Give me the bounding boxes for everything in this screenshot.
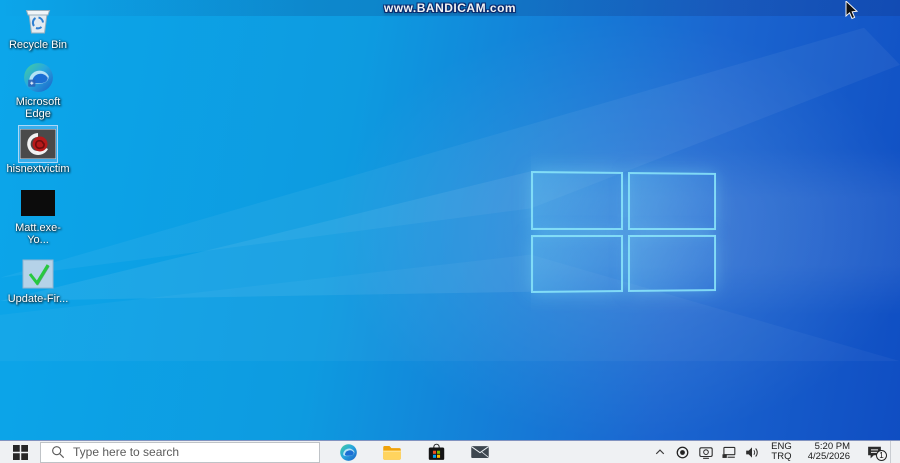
recycle-bin-icon xyxy=(19,2,57,38)
search-icon xyxy=(52,446,65,459)
search-input[interactable]: Type here to search xyxy=(40,441,320,463)
taskbar: Type here to search ENG TRQ 5:20 PM 4/25… xyxy=(0,440,900,463)
action-center-button[interactable]: 1 xyxy=(858,441,890,463)
video-thumbnail xyxy=(19,185,57,221)
taskbar-file-explorer-button[interactable] xyxy=(370,441,414,463)
tray-network-button[interactable] xyxy=(717,441,740,463)
taskbar-edge-button[interactable] xyxy=(326,441,370,463)
desktop-icon-matt-exe[interactable]: Matt.exe- Yo... xyxy=(2,185,74,246)
taskbar-mail-button[interactable] xyxy=(458,441,502,463)
desktop-screen: www.BANDICAM.com Recycle Bin Microsoft E… xyxy=(0,0,900,463)
show-desktop-button[interactable] xyxy=(890,441,900,463)
device-capture-icon xyxy=(698,446,713,459)
desktop-icons: Recycle Bin Microsoft Edge hisnextvictim… xyxy=(2,2,74,315)
icon-label: Matt.exe- Yo... xyxy=(15,222,61,246)
file-explorer-icon xyxy=(383,445,401,460)
tray-bandicam-device-button[interactable] xyxy=(694,441,717,463)
bandicam-watermark: www.BANDICAM.com xyxy=(383,1,517,15)
windows-start-icon xyxy=(12,444,28,460)
microsoft-store-icon xyxy=(428,443,444,460)
chevron-up-icon xyxy=(655,449,664,455)
desktop-icon-update-fir[interactable]: Update-Fir... xyxy=(2,256,74,305)
checkmark-icon xyxy=(19,256,57,292)
icon-label: Update-Fir... xyxy=(7,293,69,305)
wallpaper xyxy=(0,0,900,463)
hisnextvictim-thumbnail xyxy=(18,125,58,163)
tray-volume-button[interactable] xyxy=(740,441,763,463)
icon-label: Microsoft Edge xyxy=(15,96,61,120)
windows-logo xyxy=(530,171,717,293)
start-button[interactable] xyxy=(0,441,40,463)
notification-badge: 1 xyxy=(876,450,887,461)
desktop-icon-recycle-bin[interactable]: Recycle Bin xyxy=(2,2,74,51)
mail-icon xyxy=(471,446,489,458)
pinned-apps xyxy=(326,441,502,463)
icon-label: hisnextvictim xyxy=(6,163,70,175)
record-icon xyxy=(676,446,689,458)
volume-icon xyxy=(745,446,758,458)
clock-date: 4/25/2026 xyxy=(807,451,850,462)
tray-record-button[interactable] xyxy=(671,441,694,463)
search-placeholder: Type here to search xyxy=(73,445,180,459)
language-line2: TRQ xyxy=(771,451,792,462)
language-indicator[interactable]: ENG TRQ xyxy=(763,441,800,463)
system-tray: ENG TRQ 5:20 PM 4/25/2026 1 xyxy=(648,441,900,463)
clock[interactable]: 5:20 PM 4/25/2026 xyxy=(800,441,858,463)
tray-chevron-up-button[interactable] xyxy=(648,441,671,463)
taskbar-store-button[interactable] xyxy=(414,441,458,463)
desktop-icon-hisnextvictim[interactable]: hisnextvictim xyxy=(2,125,74,175)
edge-icon xyxy=(339,443,357,461)
icon-label: Recycle Bin xyxy=(8,39,68,51)
edge-icon xyxy=(19,59,57,95)
network-icon xyxy=(722,446,736,458)
desktop-icon-microsoft-edge[interactable]: Microsoft Edge xyxy=(2,59,74,120)
